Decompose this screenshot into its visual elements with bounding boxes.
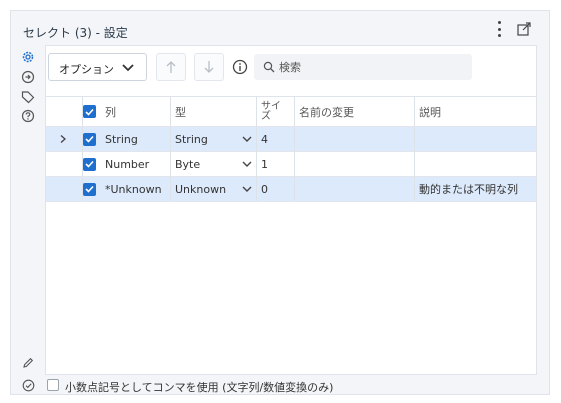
checkbox-checked-icon [83,157,96,171]
rename-cell[interactable] [295,177,415,201]
type-select[interactable]: String [171,127,257,151]
rename-cell[interactable] [295,152,415,176]
table-row[interactable]: *Unknown Unknown 0 動的または不明な列 [46,177,536,202]
search-box [254,54,472,80]
description-cell[interactable] [415,152,538,176]
popout-window-icon[interactable] [517,22,531,36]
options-dropdown[interactable]: オプション [48,53,147,81]
check-circle-icon[interactable] [22,379,35,392]
configuration-panel: セレクト (3) - 設定 オプション 検索 列 型 サイ ズ 名前の変更 説明… [10,10,550,395]
field-name-cell: Number [101,152,171,176]
chevron-right-icon[interactable] [58,134,68,144]
field-name-cell: String [101,127,171,151]
left-icon-rail [11,45,43,395]
gear-icon[interactable] [21,50,35,64]
search-icon [263,61,275,73]
checkbox-checked-icon [83,182,96,196]
header-label-type: 型 [175,105,186,119]
pencil-icon[interactable] [22,357,34,369]
grid-header-row: 列 型 サイ ズ 名前の変更 説明 [46,96,536,127]
description-cell[interactable]: 動的または不明な列 [415,177,538,201]
header-label-column: 列 [105,105,116,119]
type-select[interactable]: Unknown [171,177,257,201]
field-name-cell: *Unknown [101,177,171,201]
type-value: String [175,132,208,146]
column-header-rename[interactable]: 名前の変更 [295,97,415,126]
panel-title: セレクト (3) - 設定 [23,26,128,40]
search-input[interactable] [279,58,464,76]
checkbox-checked-icon [83,105,96,118]
column-header-description[interactable]: 説明 [415,97,538,126]
select-all-checkbox[interactable] [83,97,101,126]
info-icon[interactable] [232,59,248,75]
more-options-icon[interactable] [495,21,503,37]
type-select[interactable]: Byte [171,152,257,176]
move-up-button[interactable] [156,53,186,81]
chevron-down-icon [242,161,252,167]
header-label-rename: 名前の変更 [299,105,354,119]
header-label-size-line2: ズ [261,110,271,122]
row-checkbox[interactable] [83,177,101,201]
fields-grid: 列 型 サイ ズ 名前の変更 説明 String String 4 Number… [46,96,536,202]
panel-footer: 小数点記号としてコンマを使用 (文字列/数値変換のみ) [11,357,549,395]
size-cell[interactable]: 4 [257,127,295,151]
chevron-down-icon [242,186,252,192]
options-dropdown-label: オプション [59,63,114,76]
chevron-down-icon [122,64,134,72]
table-row[interactable]: String String 4 [46,127,536,152]
decimal-comma-label: 小数点記号としてコンマを使用 (文字列/数値変換のみ) [65,381,334,394]
header-label-description: 説明 [419,105,441,119]
field-selection-area: オプション 検索 列 型 サイ ズ 名前の変更 説明 String String… [45,45,537,375]
type-value: Unknown [175,182,227,196]
panel-header: セレクト (3) - 設定 [11,11,549,45]
checkbox-checked-icon [83,132,96,146]
size-cell[interactable]: 0 [257,177,295,201]
row-checkbox[interactable] [83,127,101,151]
rename-cell[interactable] [295,127,415,151]
arrow-up-icon [166,61,176,73]
select-tool-window: セレクト (3) - 設定 オプション 検索 列 型 サイ ズ 名前の変更 説明… [0,0,561,403]
row-checkbox[interactable] [83,152,101,176]
column-header-type[interactable]: 型 [171,97,257,126]
expand-column-header [46,97,83,126]
arrow-down-icon [204,61,214,73]
expand-cell[interactable] [46,127,83,151]
toolbar: オプション [46,46,536,96]
size-cell[interactable]: 1 [257,152,295,176]
chevron-down-icon [242,136,252,142]
expand-cell [46,152,83,176]
connection-icon[interactable] [21,70,35,84]
decimal-comma-checkbox[interactable] [47,379,59,391]
move-down-button[interactable] [194,53,224,81]
table-row[interactable]: Number Byte 1 [46,152,536,177]
help-icon[interactable] [21,109,35,123]
description-cell[interactable] [415,127,538,151]
type-value: Byte [175,157,201,171]
header-label-size-line1: サイ [261,100,281,112]
expand-cell [46,177,83,201]
tag-icon[interactable] [21,90,35,104]
column-header-size[interactable]: サイ ズ [257,97,295,126]
column-header-field[interactable]: 列 [101,97,171,126]
